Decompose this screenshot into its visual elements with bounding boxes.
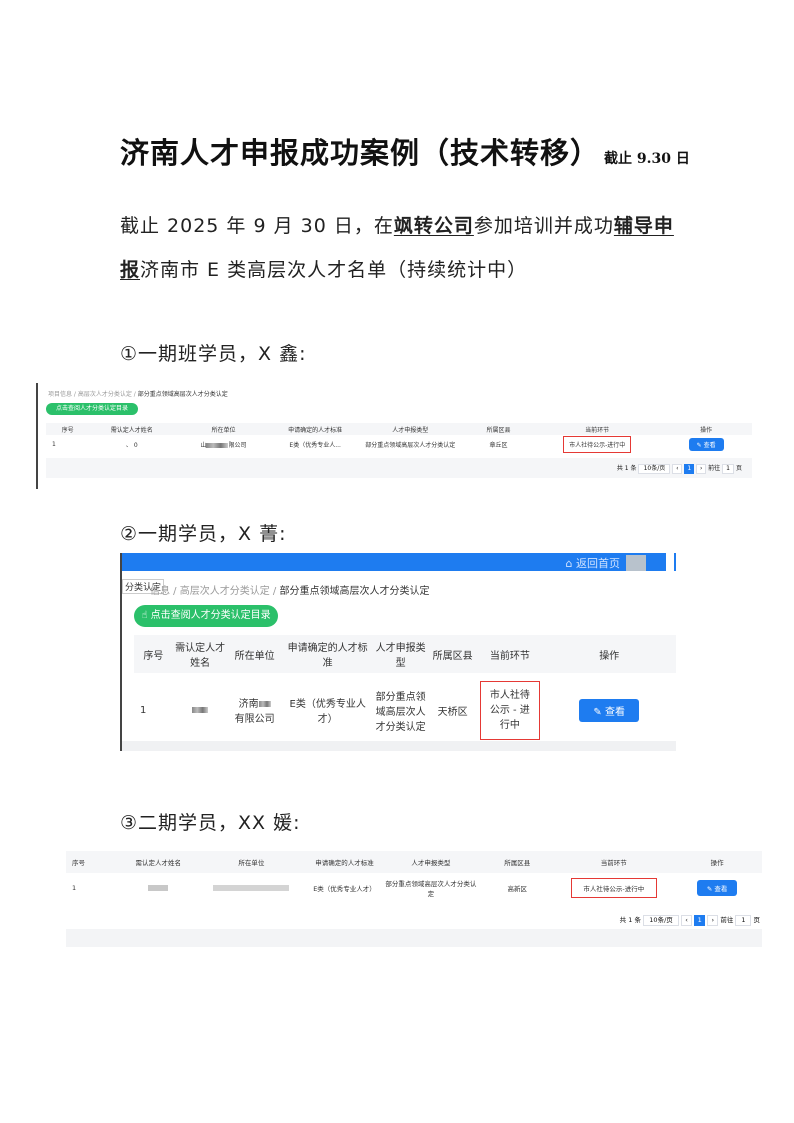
table-row: 1 、 0 山限公司 E类（优秀专业人... 部分重点领域高层次人才分类认定 章… bbox=[46, 435, 752, 454]
case2-footer-strip bbox=[122, 741, 676, 751]
case1-pagination: 共 1 条 10条/页 ‹ 1 › 前往 1 页 bbox=[616, 463, 742, 474]
case1-heading: ①一期班学员，X 鑫: bbox=[120, 343, 307, 365]
intro-paragraph: 截止 2025 年 9 月 30 日，在飒转公司参加培训并成功辅导申报济南市 E… bbox=[120, 204, 680, 292]
title-text: 济南人才申报成功案例（技术转移） bbox=[120, 136, 601, 170]
case3-pager-bar: 共 1 条 10条/页 ‹ 1 › 前往 1 页 bbox=[66, 909, 762, 947]
case1-pager-bar: 共 1 条 10条/页 ‹ 1 › 前往 1 页 bbox=[46, 458, 752, 478]
edit-icon: ✎ bbox=[696, 442, 702, 449]
case2-table: 序号 需认定人才姓名 所在单位 申请确定的人才标准 人才申报类型 所属区县 当前… bbox=[134, 635, 676, 747]
case2-breadcrumb: 信息 / 高层次人才分类认定 / 部分重点领域高层次人才分类认定 bbox=[150, 586, 430, 597]
page-1-button[interactable]: 1 bbox=[694, 914, 706, 926]
case3-table: 序号 需认定人才姓名 所在单位 申请确定的人才标准 人才申报类型 所属区县 当前… bbox=[66, 851, 762, 903]
next-page-button[interactable]: › bbox=[707, 914, 719, 926]
case1-screenshot: 项目信息 / 高层次人才分类认定 / 部分重点领域高层次人才分类认定 点击查阅人… bbox=[36, 383, 758, 489]
status-badge: 市人社待公示-进行中 bbox=[570, 878, 657, 898]
view-button[interactable]: ✎ 查看 bbox=[579, 698, 639, 722]
scrollbar[interactable] bbox=[666, 553, 674, 571]
case3-heading: ③二期学员，XX 媛: bbox=[120, 812, 301, 834]
case2-heading: ②一期学员，X 菁: bbox=[120, 523, 287, 545]
intro-text-1: 截止 2025 年 9 月 30 日，在 bbox=[120, 215, 394, 237]
redacted-block bbox=[148, 885, 169, 891]
hand-icon: ☝ bbox=[141, 610, 148, 621]
page-1-button[interactable]: 1 bbox=[684, 463, 695, 474]
redacted-block bbox=[213, 885, 290, 891]
case1-breadcrumb: 项目信息 / 高层次人才分类认定 / 部分重点领域高层次人才分类认定 bbox=[48, 391, 228, 398]
redacted-block bbox=[206, 443, 229, 448]
intro-company: 飒转公司 bbox=[393, 215, 474, 237]
home-link[interactable]: ⌂ 返回首页 bbox=[566, 555, 620, 571]
case2-catalog-button[interactable]: ☝ 点击查阅人才分类认定目录 bbox=[134, 605, 278, 627]
prev-page-button[interactable]: ‹ bbox=[681, 914, 693, 926]
document-title: 济南人才申报成功案例（技术转移） 截止 9.30 日 bbox=[120, 130, 760, 172]
prev-page-button[interactable]: ‹ bbox=[672, 463, 683, 474]
case1-catalog-button[interactable]: 点击查阅人才分类认定目录 bbox=[46, 403, 138, 415]
view-button[interactable]: ✎ 查看 bbox=[696, 880, 738, 896]
status-badge: 市人社待公示 - 进行中 bbox=[479, 680, 540, 740]
page-size-select[interactable]: 10条/页 bbox=[638, 463, 671, 474]
case3-pagination: 共 1 条 10条/页 ‹ 1 › 前往 1 页 bbox=[619, 914, 760, 926]
table-row: 1 济南 有限公司 E类（优秀专业人才） 部分重点领域高层次人才分类认定 天桥区 … bbox=[134, 673, 676, 747]
intro-text-3: 济南市 E 类高层次人才名单（持续统计中） bbox=[140, 259, 528, 281]
redacted-block bbox=[258, 701, 271, 707]
case1-table: 序号 需认定人才姓名 所在单位 申请确定的人才标准 人才申报类型 所属区县 当前… bbox=[46, 423, 752, 454]
next-page-button[interactable]: › bbox=[696, 463, 707, 474]
case3-screenshot: 序号 需认定人才姓名 所在单位 申请确定的人才标准 人才申报类型 所属区县 当前… bbox=[66, 851, 762, 947]
case2-screenshot: ⌂ 返回首页 分类认定 信息 / 高层次人才分类认定 / 部分重点领域高层次人才… bbox=[120, 553, 676, 751]
goto-page-input[interactable]: 1 bbox=[722, 463, 735, 474]
edit-icon: ✎ bbox=[593, 706, 602, 718]
avatar[interactable] bbox=[626, 555, 646, 571]
goto-page-input[interactable]: 1 bbox=[735, 914, 752, 926]
table-row: 1 E类（优秀专业人才） 部分重点领域高层次人才分类认定 高新区 市人社待公示-… bbox=[66, 873, 762, 903]
top-nav-bar: ⌂ 返回首页 bbox=[122, 553, 676, 571]
edit-icon: ✎ bbox=[706, 885, 713, 893]
view-button[interactable]: ✎ 查看 bbox=[688, 438, 724, 451]
intro-text-2: 参加培训并成功 bbox=[473, 215, 614, 237]
redacted-block bbox=[192, 706, 209, 713]
page-size-select[interactable]: 10条/页 bbox=[643, 914, 680, 926]
home-icon: ⌂ bbox=[565, 557, 573, 570]
title-date: 截止 9.30 日 bbox=[604, 151, 690, 167]
status-badge: 市人社待公示-进行中 bbox=[563, 436, 632, 453]
